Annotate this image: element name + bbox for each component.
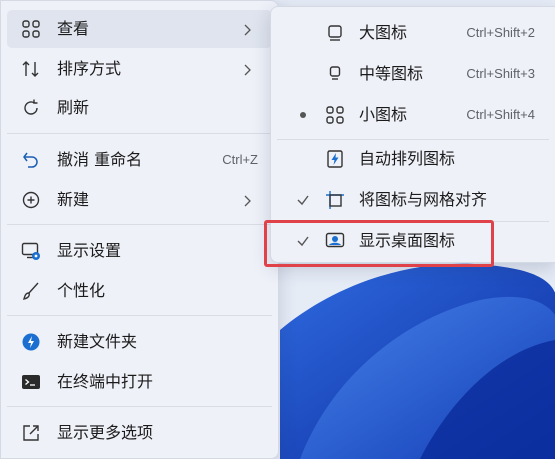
submenu-item-label: 大图标 — [359, 23, 408, 42]
menu-item-open-terminal[interactable]: 在终端中打开 — [7, 363, 272, 401]
menu-item-undo-rename[interactable]: 撤消 重命名 Ctrl+Z — [7, 141, 272, 179]
submenu-item-label: 将图标与网格对齐 — [359, 190, 488, 209]
display-settings-icon — [21, 241, 41, 261]
new-plus-icon — [21, 190, 41, 210]
chevron-right-icon — [240, 62, 254, 76]
menu-item-refresh[interactable]: 刷新 — [7, 89, 272, 127]
menu-item-label: 显示设置 — [57, 241, 122, 260]
more-options-icon — [21, 423, 41, 443]
refresh-icon — [21, 98, 41, 118]
menu-item-label: 撤消 重命名 — [57, 150, 143, 169]
checkmark-icon — [295, 191, 311, 209]
menu-item-label: 新建 — [57, 190, 90, 209]
menu-item-label: 新建文件夹 — [57, 332, 138, 351]
shortcut-text: Ctrl+Shift+2 — [466, 25, 535, 40]
auto-arrange-icon — [325, 149, 345, 169]
menu-separator — [7, 315, 272, 316]
menu-item-personalize[interactable]: 个性化 — [7, 272, 272, 310]
shortcut-text: Ctrl+Shift+4 — [466, 107, 535, 122]
small-icons-icon — [325, 105, 345, 125]
submenu-item-small-icons[interactable]: 小图标 Ctrl+Shift+4 — [277, 96, 549, 134]
menu-separator — [7, 224, 272, 225]
menu-item-label: 在终端中打开 — [57, 372, 154, 391]
annotation-highlight-box — [264, 220, 494, 267]
undo-icon — [21, 150, 41, 170]
large-icons-icon — [325, 23, 345, 43]
menu-item-label: 显示更多选项 — [57, 423, 154, 442]
context-menu: 查看 排序方式 刷新 撤消 重命名 Ctrl+Z 新建 显示设置 个性化 新建文… — [0, 0, 279, 459]
submenu-item-medium-icons[interactable]: 中等图标 Ctrl+Shift+3 — [277, 55, 549, 93]
grid-view-icon — [21, 19, 41, 39]
shortcut-text: Ctrl+Shift+3 — [466, 66, 535, 81]
submenu-item-large-icons[interactable]: 大图标 Ctrl+Shift+2 — [277, 14, 549, 52]
submenu-item-auto-arrange[interactable]: 自动排列图标 — [277, 140, 549, 178]
sort-icon — [21, 59, 41, 79]
menu-item-sort-by[interactable]: 排序方式 — [7, 50, 272, 88]
shortcut-text: Ctrl+Z — [222, 152, 258, 167]
menu-item-new[interactable]: 新建 — [7, 181, 272, 219]
menu-item-label: 个性化 — [57, 281, 106, 300]
menu-item-view[interactable]: 查看 — [7, 10, 272, 48]
chevron-right-icon — [240, 193, 254, 207]
terminal-icon — [21, 372, 41, 392]
menu-item-display-settings[interactable]: 显示设置 — [7, 232, 272, 270]
menu-item-label: 刷新 — [57, 98, 90, 117]
menu-separator — [7, 406, 272, 407]
submenu-item-label: 小图标 — [359, 105, 408, 124]
medium-icons-icon — [325, 64, 345, 84]
chevron-right-icon — [240, 22, 254, 36]
personalize-brush-icon — [21, 281, 41, 301]
menu-item-label: 查看 — [57, 19, 90, 38]
new-folder-icon — [21, 332, 41, 352]
menu-item-show-more-options[interactable]: 显示更多选项 — [7, 414, 272, 452]
submenu-item-label: 中等图标 — [359, 64, 424, 83]
selected-dot-icon — [295, 106, 311, 124]
menu-item-new-folder[interactable]: 新建文件夹 — [7, 323, 272, 361]
submenu-item-align-to-grid[interactable]: 将图标与网格对齐 — [277, 181, 549, 219]
submenu-item-label: 自动排列图标 — [359, 149, 456, 168]
align-grid-icon — [325, 190, 345, 210]
menu-item-label: 排序方式 — [57, 59, 122, 78]
menu-separator — [7, 133, 272, 134]
